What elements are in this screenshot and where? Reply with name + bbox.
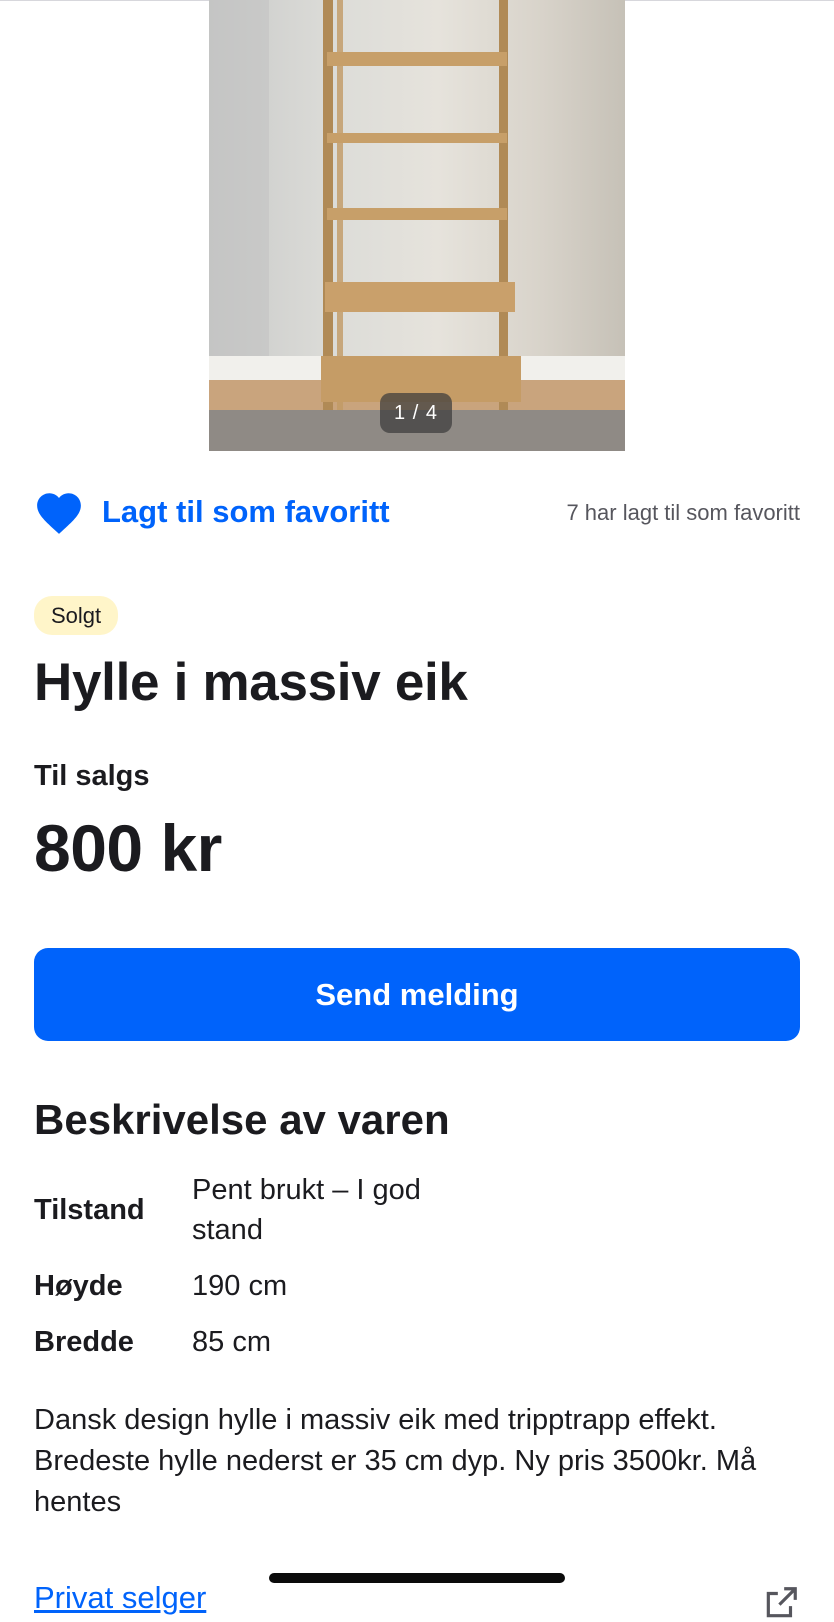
seller-link[interactable]: Privat selger xyxy=(34,1580,206,1616)
favorite-row: Lagt til som favoritt 7 har lagt til som… xyxy=(34,488,800,536)
favorite-count: 7 har lagt til som favoritt xyxy=(566,500,800,525)
spec-value: 190 cm xyxy=(192,1270,288,1302)
sale-type-label: Til salgs xyxy=(34,760,150,792)
home-indicator xyxy=(269,1573,565,1583)
spec-value: 85 cm xyxy=(192,1326,271,1358)
spec-list: Tilstand Pent brukt – I god stand Høyde … xyxy=(34,1170,800,1378)
description-heading: Beskrivelse av varen xyxy=(34,1096,450,1143)
status-badge: Solgt xyxy=(34,596,119,635)
heart-filled-icon[interactable] xyxy=(34,489,84,535)
favorite-toggle-label[interactable]: Lagt til som favoritt xyxy=(102,494,390,530)
spec-row-condition: Tilstand Pent brukt – I god stand xyxy=(34,1170,800,1250)
share-icon[interactable] xyxy=(762,1584,800,1622)
shelf-photo-illustration xyxy=(209,0,625,451)
spec-row-width: Bredde 85 cm xyxy=(34,1322,800,1362)
description-text: Dansk design hylle i massiv eik med trip… xyxy=(34,1404,757,1518)
spec-value: Pent brukt – I god stand xyxy=(192,1174,421,1246)
listing-price: 800 kr xyxy=(34,811,222,885)
spec-key: Tilstand xyxy=(34,1193,145,1226)
spec-key: Bredde xyxy=(34,1325,134,1358)
listing-photo[interactable] xyxy=(209,0,625,451)
spec-row-height: Høyde 190 cm xyxy=(34,1266,800,1306)
send-message-button[interactable]: Send melding xyxy=(34,948,800,1041)
image-counter: 1 / 4 xyxy=(380,393,452,433)
spec-key: Høyde xyxy=(34,1269,123,1302)
listing-title: Hylle i massiv eik xyxy=(34,653,468,712)
